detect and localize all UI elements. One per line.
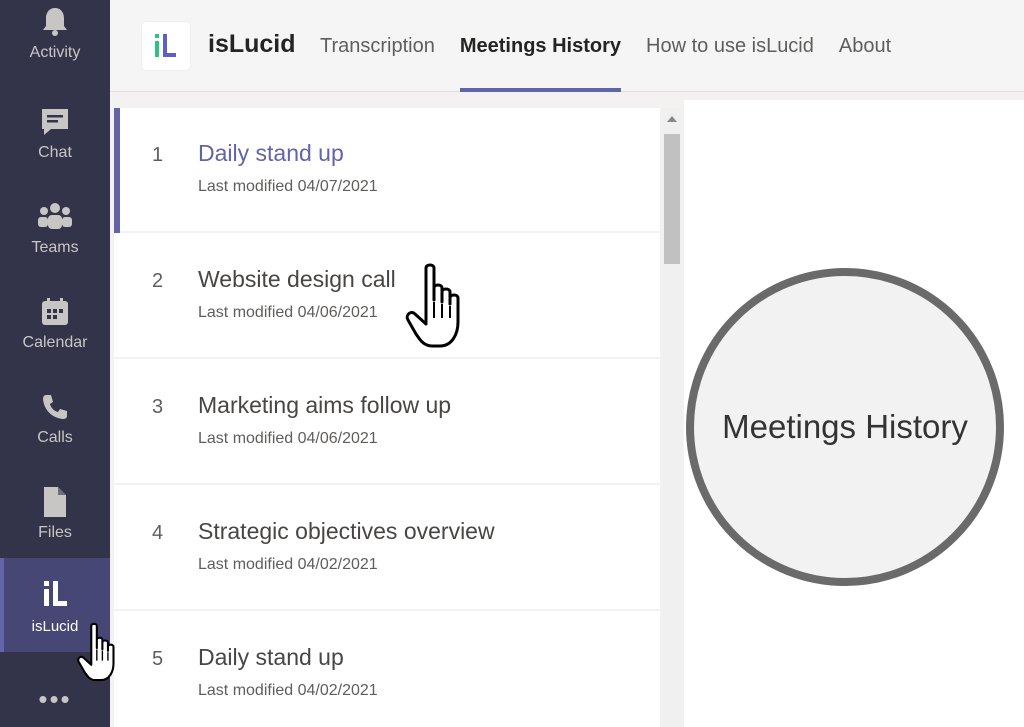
meeting-modified-date: Last modified 04/06/2021: [198, 304, 378, 321]
rail-item-label: Calendar: [22, 334, 88, 351]
rail-item-label: isLucid: [31, 618, 79, 635]
list-item[interactable]: 1 Daily stand up Last modified 04/07/202…: [114, 108, 660, 233]
rail-item-calls[interactable]: Calls: [0, 383, 110, 477]
meeting-number: 1: [152, 144, 164, 166]
meeting-title: Daily stand up: [198, 140, 344, 166]
meeting-number: 2: [152, 270, 164, 292]
meeting-title: Marketing aims follow up: [198, 392, 452, 418]
rail-item-label: Files: [38, 524, 72, 541]
app-title: isLucid: [208, 30, 296, 58]
meeting-number: 3: [152, 396, 164, 418]
meetings-list: 1 Daily stand up Last modified 04/07/202…: [114, 108, 660, 727]
meeting-modified-date: Last modified 04/02/2021: [198, 682, 378, 699]
rail-item-activity[interactable]: Activity: [0, 0, 110, 94]
more-apps-button[interactable]: •••: [0, 672, 110, 727]
meeting-title: Strategic objectives overview: [198, 518, 495, 544]
scroll-up-arrow-icon[interactable]: [667, 116, 677, 122]
tab-about[interactable]: About: [839, 0, 891, 92]
app-rail: Activity Chat Teams Calendar Calls Files: [0, 0, 110, 727]
list-item[interactable]: 2 Website design call Last modified 04/0…: [114, 234, 660, 359]
meeting-number: 4: [152, 522, 164, 544]
app-header: isLucid Transcription Meetings History H…: [110, 0, 1024, 92]
islucid-logo-icon: [37, 576, 73, 612]
rail-item-calendar[interactable]: Calendar: [0, 288, 110, 382]
list-scrollbar[interactable]: [662, 108, 682, 727]
list-item[interactable]: 5 Daily stand up Last modified 04/02/202…: [114, 612, 660, 727]
rail-item-label: Teams: [31, 239, 79, 256]
rail-item-label: Activity: [29, 44, 81, 61]
phone-icon: [37, 389, 73, 425]
list-item[interactable]: 4 Strategic objectives overview Last mod…: [114, 486, 660, 611]
tab-how-to-use[interactable]: How to use isLucid: [646, 0, 814, 92]
list-item[interactable]: 3 Marketing aims follow up Last modified…: [114, 360, 660, 485]
rail-item-islucid[interactable]: isLucid: [0, 558, 110, 652]
meeting-modified-date: Last modified 04/07/2021: [198, 178, 378, 195]
meeting-title: Daily stand up: [198, 644, 344, 670]
meeting-modified-date: Last modified 04/02/2021: [198, 556, 378, 573]
scroll-thumb[interactable]: [664, 134, 680, 264]
calendar-icon: [37, 294, 73, 330]
tab-bar: Transcription Meetings History How to us…: [320, 0, 916, 92]
islucid-logo: [142, 22, 190, 70]
rail-item-teams[interactable]: Teams: [0, 193, 110, 287]
islucid-logo-icon: [155, 34, 176, 57]
rail-item-label: Calls: [37, 429, 73, 446]
teams-icon: [37, 199, 73, 235]
tab-meetings-history[interactable]: Meetings History: [459, 0, 622, 92]
rail-item-label: Chat: [38, 144, 72, 161]
chat-icon: [37, 104, 73, 140]
meeting-title: Website design call: [198, 266, 396, 292]
magnified-text: Meetings History: [722, 408, 968, 445]
tab-transcription[interactable]: Transcription: [320, 0, 435, 92]
magnifier-callout: Meetings History: [686, 268, 1004, 586]
meeting-modified-date: Last modified 04/06/2021: [198, 430, 378, 447]
file-icon: [37, 484, 73, 520]
rail-item-chat[interactable]: Chat: [0, 98, 110, 192]
bell-icon: [37, 4, 73, 40]
meeting-number: 5: [152, 648, 164, 670]
